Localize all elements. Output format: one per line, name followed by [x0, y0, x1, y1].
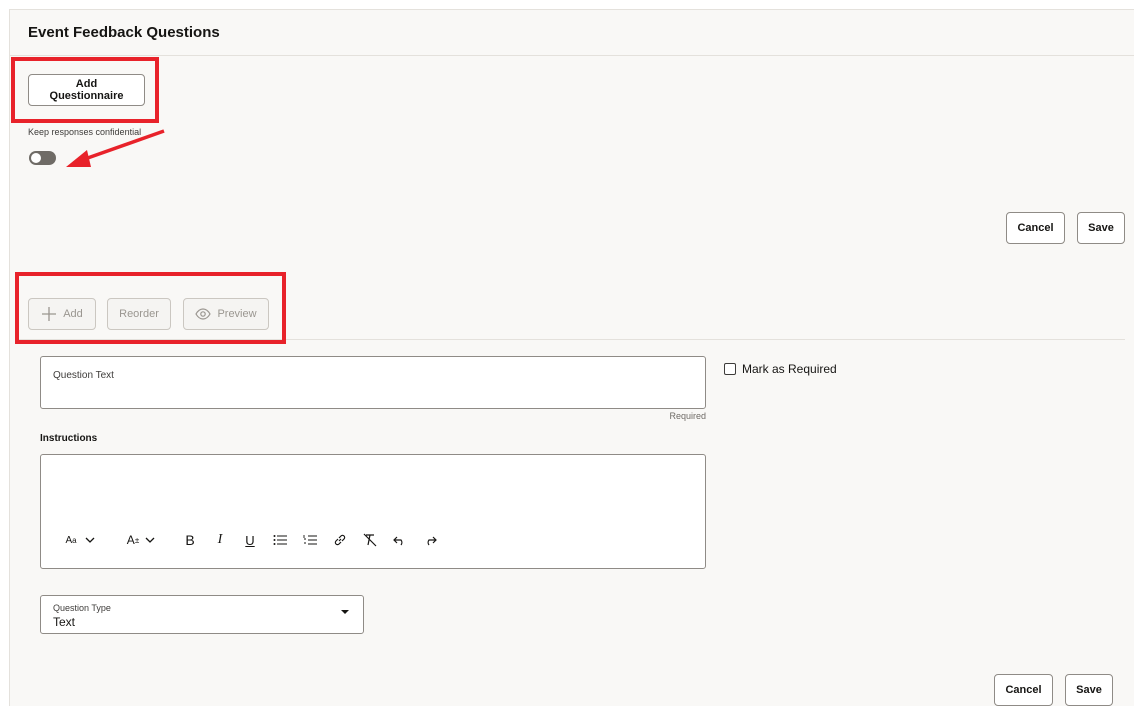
question-type-select[interactable]: Question Type Text — [40, 595, 364, 634]
preview-button[interactable]: Preview — [183, 298, 269, 330]
instructions-label: Instructions — [40, 433, 98, 444]
section-divider — [17, 339, 1125, 340]
numbered-list-icon[interactable] — [295, 530, 325, 550]
reorder-button[interactable]: Reorder — [107, 298, 171, 330]
question-type-label: Question Type — [53, 603, 111, 613]
bottom-save-button[interactable]: Save — [1065, 674, 1113, 706]
question-text-label: Question Text — [53, 370, 114, 381]
redo-icon[interactable] — [415, 530, 445, 550]
cancel-button[interactable]: Cancel — [1006, 212, 1065, 244]
question-text-input[interactable]: Question Text — [40, 356, 706, 409]
text-size-icon[interactable]: A ± — [125, 530, 141, 550]
caret-down-icon[interactable] — [341, 610, 349, 614]
header-divider — [10, 55, 1134, 56]
undo-icon[interactable] — [385, 530, 415, 550]
link-icon[interactable] — [325, 530, 355, 550]
mark-required-checkbox[interactable] — [724, 363, 736, 375]
add-button[interactable]: Add — [28, 298, 96, 330]
bottom-cancel-button[interactable]: Cancel — [994, 674, 1053, 706]
required-note: Required — [669, 411, 706, 421]
event-feedback-page: Event Feedback Questions Add Questionnai… — [9, 9, 1134, 706]
plus-icon — [42, 307, 57, 321]
add-questionnaire-button[interactable]: Add Questionnaire — [28, 74, 145, 106]
page-title: Event Feedback Questions — [28, 24, 220, 41]
mark-as-required[interactable]: Mark as Required — [724, 362, 837, 376]
font-size-icon[interactable]: Aa — [61, 530, 81, 550]
toggle-knob — [31, 153, 41, 163]
confidential-label: Keep responses confidential — [28, 127, 142, 137]
instructions-editor[interactable]: Aa A ± B I U — [40, 454, 706, 569]
save-button[interactable]: Save — [1077, 212, 1125, 244]
italic-icon[interactable]: I — [205, 530, 235, 550]
rich-text-toolbar: Aa A ± B I U — [61, 530, 445, 550]
mark-required-label: Mark as Required — [742, 362, 837, 376]
bold-icon[interactable]: B — [175, 530, 205, 550]
eye-icon — [195, 308, 212, 320]
clear-format-icon[interactable] — [355, 530, 385, 550]
chevron-down-icon[interactable] — [81, 530, 99, 550]
chevron-down-icon[interactable] — [141, 530, 159, 550]
underline-icon[interactable]: U — [235, 530, 265, 550]
add-button-label: Add — [63, 308, 83, 320]
confidential-toggle[interactable] — [29, 151, 56, 165]
question-type-value: Text — [53, 615, 76, 629]
preview-button-label: Preview — [217, 308, 257, 320]
bullet-list-icon[interactable] — [265, 530, 295, 550]
